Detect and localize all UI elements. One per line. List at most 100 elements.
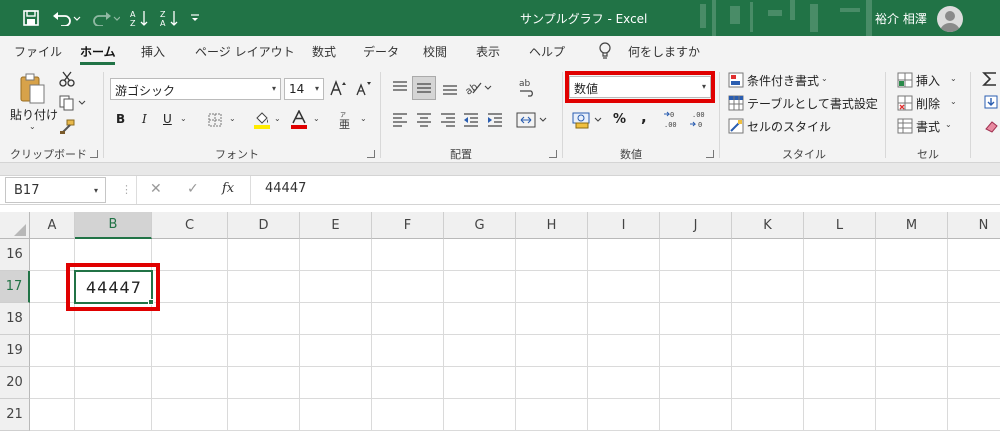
column-header-f[interactable]: F: [372, 212, 444, 239]
insert-function-icon[interactable]: fx: [222, 181, 234, 196]
fill-color-dropdown[interactable]: ⌄: [274, 114, 281, 123]
column-header-c[interactable]: C: [152, 212, 228, 239]
column-header-i[interactable]: I: [588, 212, 660, 239]
column-header-k[interactable]: K: [732, 212, 804, 239]
font-size-select[interactable]: 14 ▾: [284, 78, 324, 100]
orientation-icon[interactable]: ab: [463, 76, 493, 98]
tab-review[interactable]: 校閲: [423, 43, 447, 60]
tab-formulas[interactable]: 数式: [312, 43, 336, 60]
align-top-icon[interactable]: [390, 78, 410, 98]
fill-color-icon[interactable]: [253, 110, 271, 130]
paste-button[interactable]: 貼り付け: [10, 106, 58, 123]
tab-help[interactable]: ヘルプ: [529, 43, 565, 60]
format-cells-icon[interactable]: [897, 118, 913, 134]
format-painter-icon[interactable]: [58, 118, 76, 136]
column-header-n[interactable]: N: [948, 212, 1000, 239]
align-left-icon[interactable]: [390, 110, 410, 130]
font-color-dropdown[interactable]: ⌄: [313, 114, 320, 123]
format-as-table-icon[interactable]: [728, 95, 744, 111]
align-bottom-icon[interactable]: [440, 78, 460, 98]
comma-style-button[interactable]: ,: [641, 108, 647, 126]
tab-insert[interactable]: 挿入: [141, 43, 165, 60]
currency-format-icon[interactable]: [571, 110, 605, 130]
increase-font-icon[interactable]: [330, 80, 346, 96]
enter-icon[interactable]: ✓: [187, 181, 199, 197]
align-right-icon[interactable]: [438, 110, 458, 130]
column-header-m[interactable]: M: [876, 212, 948, 239]
underline-dropdown[interactable]: ⌄: [180, 114, 187, 123]
font-name-select[interactable]: 游ゴシック ▾: [110, 78, 281, 100]
insert-cells-icon[interactable]: [897, 72, 913, 88]
number-launcher-icon[interactable]: [706, 150, 714, 158]
row-header-18[interactable]: 18: [0, 303, 30, 335]
autosum-icon[interactable]: [981, 70, 999, 88]
column-header-d[interactable]: D: [228, 212, 300, 239]
italic-button[interactable]: I: [142, 112, 147, 126]
cancel-icon[interactable]: ✕: [150, 181, 162, 197]
percent-style-button[interactable]: %: [613, 112, 626, 127]
borders-dropdown[interactable]: ⌄: [229, 114, 236, 123]
conditional-formatting-button[interactable]: 条件付き書式: [747, 72, 819, 89]
redo-icon[interactable]: [88, 8, 122, 28]
row-header-20[interactable]: 20: [0, 367, 30, 399]
name-box-dropdown[interactable]: ▾: [94, 186, 98, 195]
merge-center-icon[interactable]: [515, 110, 549, 130]
sort-ascending-icon[interactable]: AZ: [128, 8, 150, 28]
underline-button[interactable]: U: [163, 112, 172, 126]
conditional-formatting-icon[interactable]: [728, 72, 744, 88]
column-header-l[interactable]: L: [804, 212, 876, 239]
column-header-j[interactable]: J: [660, 212, 732, 239]
sort-descending-icon[interactable]: ZA: [158, 8, 180, 28]
bold-button[interactable]: B: [116, 112, 125, 126]
name-box[interactable]: B17 ▾: [5, 177, 106, 203]
phonetic-dropdown[interactable]: ⌄: [360, 114, 367, 123]
decrease-decimal-icon[interactable]: .00 0: [688, 108, 710, 130]
borders-icon[interactable]: [207, 112, 223, 128]
column-header-b[interactable]: B: [75, 212, 152, 239]
format-cells-button[interactable]: 書式: [916, 118, 940, 135]
format-as-table-button[interactable]: テーブルとして書式設定: [747, 95, 878, 112]
increase-indent-icon[interactable]: [485, 110, 505, 130]
tab-file[interactable]: ファイル: [14, 43, 62, 60]
tab-view[interactable]: 表示: [476, 43, 500, 60]
select-all-corner[interactable]: [0, 212, 30, 239]
delete-cells-button[interactable]: 削除: [916, 95, 940, 112]
tab-home[interactable]: ホーム: [80, 43, 116, 60]
increase-decimal-icon[interactable]: 0.00: [662, 108, 684, 130]
row-header-21[interactable]: 21: [0, 399, 30, 431]
column-header-a[interactable]: A: [30, 212, 75, 239]
row-header-19[interactable]: 19: [0, 335, 30, 367]
fill-icon[interactable]: [983, 94, 999, 110]
row-header-17[interactable]: 17: [0, 271, 30, 303]
tab-data[interactable]: データ: [363, 43, 399, 60]
decrease-indent-icon[interactable]: [461, 110, 481, 130]
paste-dropdown[interactable]: ⌄: [29, 122, 36, 131]
decrease-font-icon[interactable]: [355, 80, 371, 96]
row-header-16[interactable]: 16: [0, 239, 30, 271]
alignment-launcher-icon[interactable]: [549, 150, 557, 158]
phonetic-guide-icon[interactable]: ア亜: [338, 110, 354, 130]
column-header-e[interactable]: E: [300, 212, 372, 239]
copy-icon[interactable]: [58, 94, 88, 112]
formula-input[interactable]: 44447: [265, 181, 306, 196]
wrap-text-icon[interactable]: ab: [517, 76, 537, 98]
insert-cells-button[interactable]: 挿入: [916, 72, 940, 89]
avatar[interactable]: [937, 6, 963, 32]
font-color-icon[interactable]: [290, 110, 308, 130]
align-middle-icon[interactable]: [412, 76, 436, 100]
customize-toolbar-icon[interactable]: [188, 8, 202, 28]
column-header-g[interactable]: G: [444, 212, 516, 239]
cell-styles-icon[interactable]: [728, 118, 744, 134]
user-name[interactable]: 裕介 相澤: [875, 10, 927, 27]
undo-icon[interactable]: [50, 8, 84, 28]
save-icon[interactable]: [20, 8, 42, 28]
align-center-icon[interactable]: [414, 110, 434, 130]
paste-icon[interactable]: [16, 72, 50, 106]
delete-cells-icon[interactable]: [897, 95, 913, 111]
tab-page-layout[interactable]: ページ レイアウト: [195, 43, 295, 60]
clipboard-launcher-icon[interactable]: [90, 150, 98, 158]
font-launcher-icon[interactable]: [367, 150, 375, 158]
column-header-h[interactable]: H: [516, 212, 588, 239]
tell-me-box[interactable]: 何をしますか: [628, 43, 700, 60]
cut-icon[interactable]: [58, 70, 76, 88]
